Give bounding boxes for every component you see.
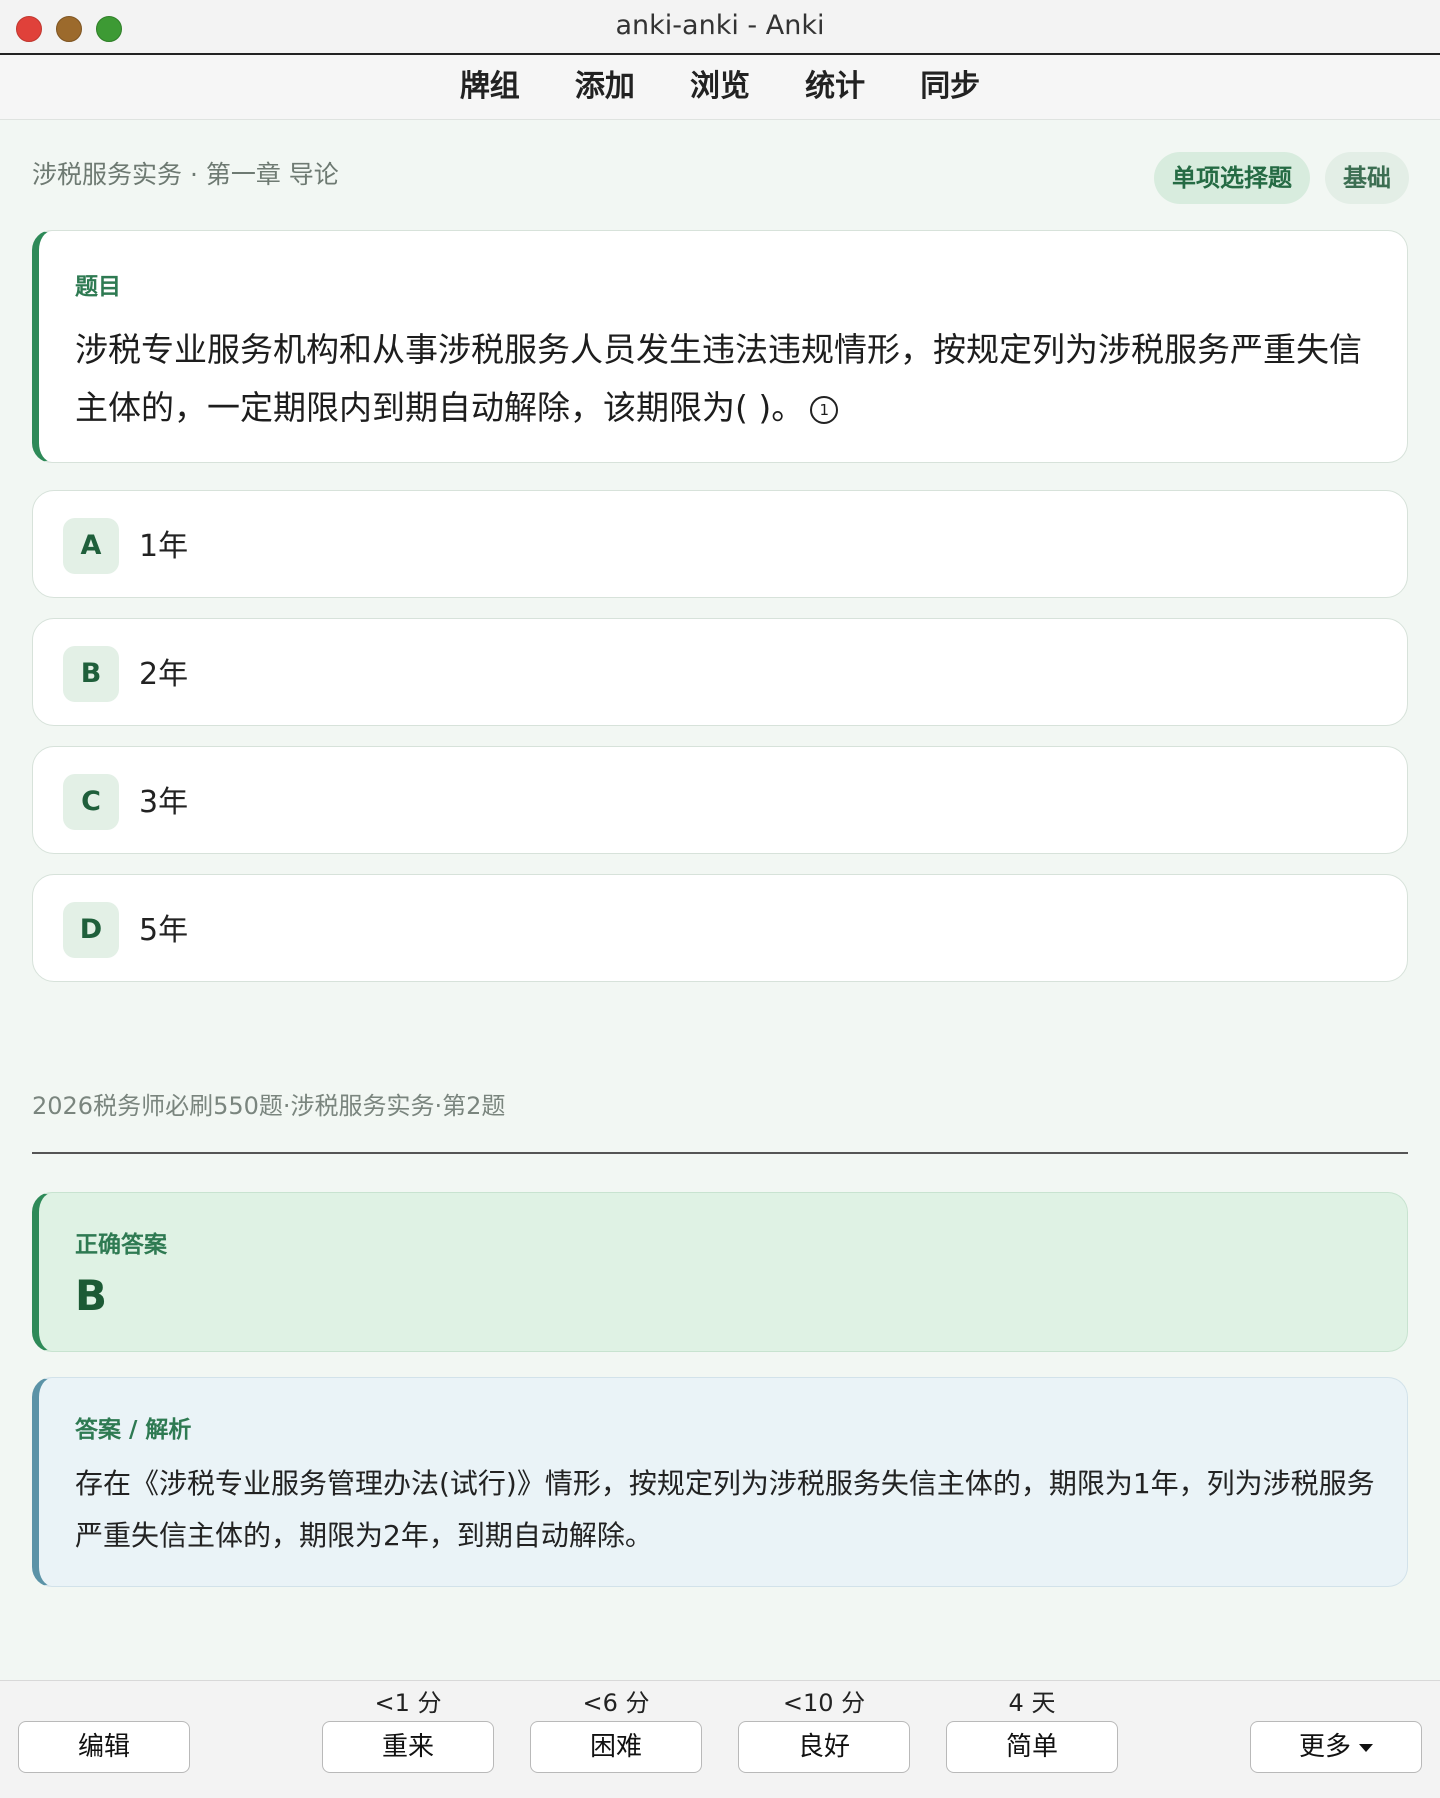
note-number-icon: 1 bbox=[810, 395, 839, 424]
toolbar-decks[interactable]: 牌组 bbox=[460, 55, 520, 119]
option-b[interactable]: B 2年 bbox=[32, 618, 1408, 726]
easy-interval: 4 天 bbox=[1008, 1689, 1056, 1717]
toolbar-browse[interactable]: 浏览 bbox=[690, 55, 750, 119]
explanation-label: 答案 / 解析 bbox=[75, 1417, 192, 1443]
option-text: 3年 bbox=[139, 785, 189, 820]
more-button[interactable]: 更多 bbox=[1250, 1721, 1422, 1773]
easy-button[interactable]: 简单 bbox=[946, 1721, 1118, 1773]
option-letter: D bbox=[63, 902, 119, 958]
good-interval: <10 分 bbox=[782, 1689, 866, 1717]
option-a[interactable]: A 1年 bbox=[32, 490, 1408, 598]
option-d[interactable]: D 5年 bbox=[32, 874, 1408, 982]
question-type-badge: 单项选择题 bbox=[1154, 152, 1310, 204]
answer-divider bbox=[32, 1152, 1408, 1154]
good-button[interactable]: 良好 bbox=[738, 1721, 910, 1773]
question-label: 题目 bbox=[75, 274, 121, 300]
breadcrumb: 涉税服务实务 · 第一章 导论 bbox=[32, 160, 339, 189]
difficulty-badge: 基础 bbox=[1325, 152, 1409, 204]
option-letter: B bbox=[63, 646, 119, 702]
hard-button[interactable]: 困难 bbox=[530, 1721, 702, 1773]
correct-answer-card: 正确答案 B bbox=[32, 1192, 1408, 1352]
correct-answer-value: B bbox=[75, 1271, 108, 1320]
explanation-card: 答案 / 解析 存在《涉税专业服务管理办法(试行)》情形，按规定列为涉税服务失信… bbox=[32, 1377, 1408, 1587]
again-interval: <1 分 bbox=[374, 1689, 442, 1717]
toolbar-sync[interactable]: 同步 bbox=[920, 55, 980, 119]
again-button[interactable]: 重来 bbox=[322, 1721, 494, 1773]
toolbar-add[interactable]: 添加 bbox=[575, 55, 635, 119]
question-text: 涉税专业服务机构和从事涉税服务人员发生违法违规情形，按规定列为涉税服务严重失信主… bbox=[75, 330, 1362, 427]
option-text: 1年 bbox=[139, 529, 189, 564]
option-text: 5年 bbox=[139, 913, 189, 948]
title-bar: anki-anki - Anki bbox=[0, 0, 1440, 55]
option-c[interactable]: C 3年 bbox=[32, 746, 1408, 854]
correct-answer-label: 正确答案 bbox=[75, 1232, 167, 1258]
option-letter: C bbox=[63, 774, 119, 830]
review-bottom-bar: 编辑 <1 分 重来 <6 分 困难 <10 分 良好 4 天 简单 更多 bbox=[0, 1680, 1440, 1798]
edit-button[interactable]: 编辑 bbox=[18, 1721, 190, 1773]
main-toolbar: 牌组 添加 浏览 统计 同步 bbox=[0, 55, 1440, 120]
more-button-label: 更多 bbox=[1298, 1732, 1351, 1762]
option-letter: A bbox=[63, 518, 119, 574]
question-source: 2026税务师必刷550题·涉税服务实务·第2题 bbox=[32, 1092, 506, 1120]
question-text-block: 涉税专业服务机构和从事涉税服务人员发生违法违规情形，按规定列为涉税服务严重失信主… bbox=[75, 321, 1375, 437]
toolbar-stats[interactable]: 统计 bbox=[805, 55, 865, 119]
hard-interval: <6 分 bbox=[582, 1689, 650, 1717]
window-title: anki-anki - Anki bbox=[615, 10, 825, 41]
chevron-down-icon bbox=[1359, 1743, 1373, 1752]
option-text: 2年 bbox=[139, 657, 189, 692]
question-card: 题目 涉税专业服务机构和从事涉税服务人员发生违法违规情形，按规定列为涉税服务严重… bbox=[32, 230, 1408, 463]
explanation-text: 存在《涉税专业服务管理办法(试行)》情形，按规定列为涉税服务失信主体的，期限为1… bbox=[75, 1467, 1375, 1552]
